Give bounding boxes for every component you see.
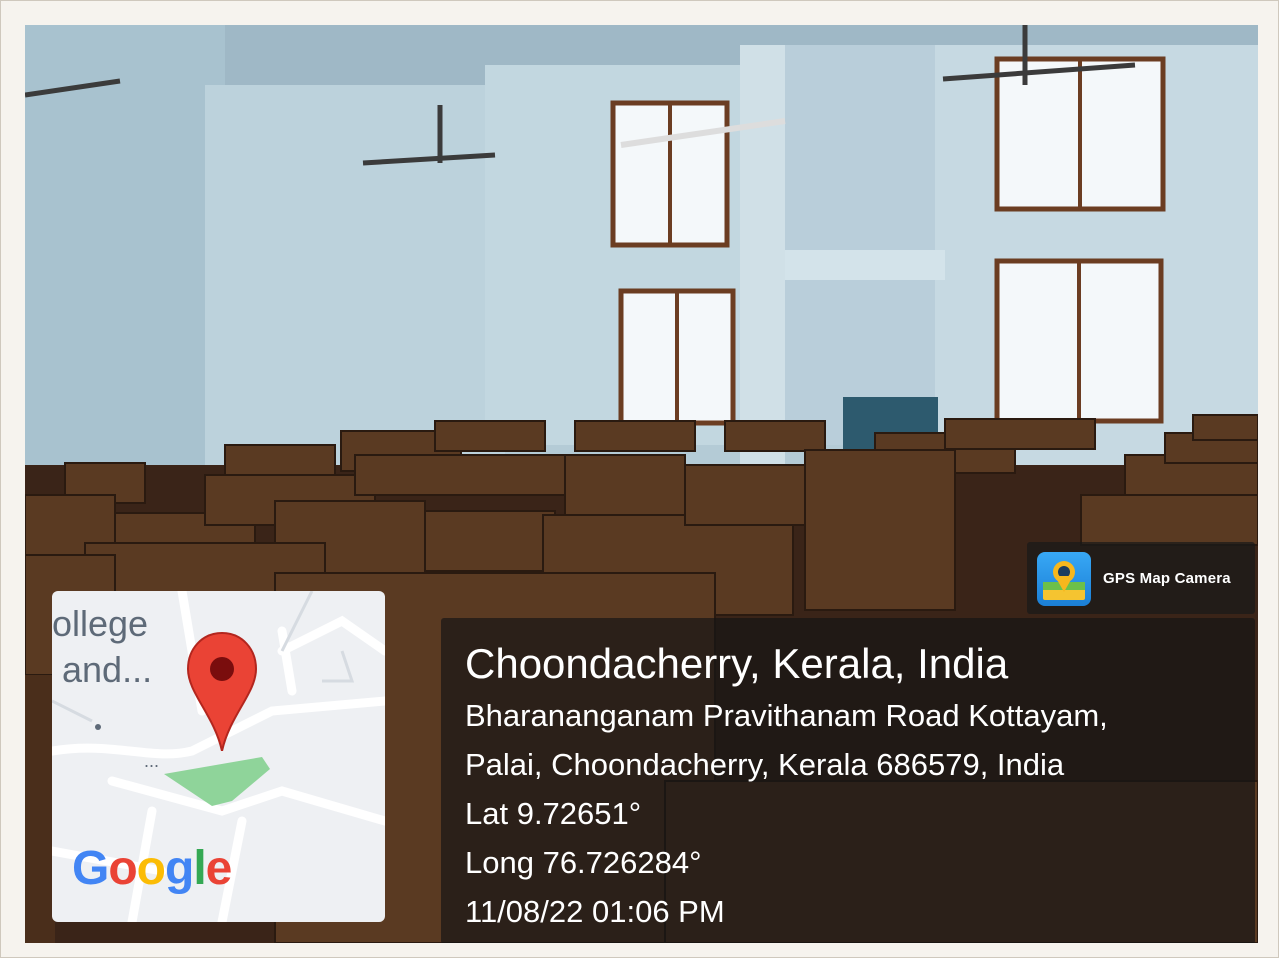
address-line-1: Bharananganam Pravithanam Road Kottayam, — [465, 698, 1108, 733]
google-letter: G — [72, 842, 109, 895]
location-pin-icon — [184, 631, 260, 751]
google-letter: o — [136, 842, 166, 895]
map-thumbnail: ollege and... ... Google — [52, 591, 385, 922]
google-logo: Google — [72, 841, 233, 896]
gps-map-camera-badge: GPS Map Camera — [1027, 542, 1255, 614]
location-title: Choondacherry, Kerala, India — [465, 640, 1009, 687]
timestamp: 11/08/22 01:06 PM — [465, 894, 725, 929]
map-place-label-2: and... — [62, 649, 153, 690]
badge-app-name: GPS Map Camera — [1103, 570, 1231, 587]
location-info-panel: Choondacherry, Kerala, India Bharanangan… — [441, 618, 1255, 943]
longitude: Long 76.726284° — [465, 845, 702, 880]
map-dots: ... — [144, 751, 160, 771]
google-letter: g — [165, 842, 194, 895]
gps-map-camera-icon — [1037, 552, 1091, 606]
google-letter: l — [193, 842, 206, 895]
map-place-label: ollege — [52, 603, 149, 644]
google-letter: o — [108, 842, 137, 895]
google-letter: e — [205, 842, 233, 895]
latitude: Lat 9.72651° — [465, 796, 642, 831]
photo-frame: GPS Map Camera Choondacherry, Kerala, In… — [0, 0, 1279, 958]
address-line-2: Palai, Choondacherry, Kerala 686579, Ind… — [465, 747, 1065, 782]
